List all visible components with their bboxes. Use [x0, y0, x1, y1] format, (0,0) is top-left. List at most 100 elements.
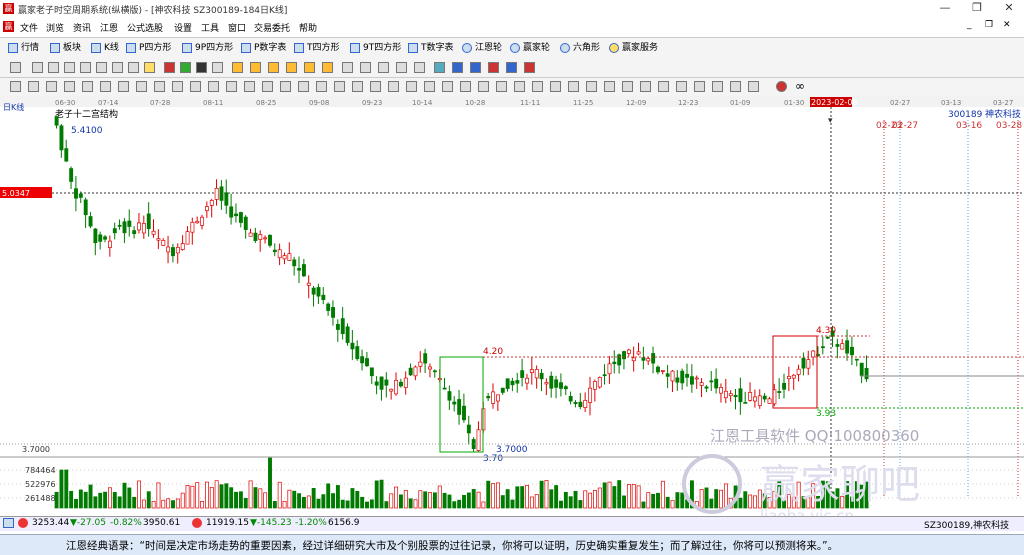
winner-service-button[interactable]: 赢家服务 — [609, 41, 658, 55]
tool-icon[interactable] — [32, 62, 43, 73]
tool-icon[interactable] — [304, 62, 315, 73]
tool-icon[interactable] — [196, 62, 207, 73]
tool-icon[interactable] — [232, 62, 243, 73]
minimize-button[interactable]: — — [930, 0, 960, 18]
tool-icon[interactable] — [676, 81, 687, 92]
tool-icon[interactable] — [712, 81, 723, 92]
tool-icon[interactable] — [640, 81, 651, 92]
mdi-minimize-button[interactable]: _ — [967, 20, 972, 30]
maximize-button[interactable]: ❐ — [962, 0, 992, 18]
tool-icon[interactable] — [442, 81, 453, 92]
menu-settings[interactable]: 设置 — [174, 21, 192, 34]
tool-icon[interactable] — [604, 81, 615, 92]
tool-icon[interactable] — [46, 81, 57, 92]
tool-icon[interactable] — [180, 62, 191, 73]
tool-icon[interactable] — [250, 62, 261, 73]
tool-icon[interactable] — [28, 81, 39, 92]
tool-icon[interactable] — [112, 62, 123, 73]
tool-icon[interactable] — [316, 81, 327, 92]
tool-icon[interactable] — [524, 62, 535, 73]
tool-icon[interactable] — [370, 81, 381, 92]
tool-icon[interactable] — [118, 81, 129, 92]
tool-icon[interactable] — [208, 81, 219, 92]
menu-trade[interactable]: 交易委托 — [254, 21, 290, 34]
close-button[interactable]: ✕ — [994, 0, 1024, 18]
tool-icon[interactable] — [96, 62, 107, 73]
p-square-button[interactable]: P四方形 — [126, 41, 171, 55]
tool-icon[interactable] — [136, 81, 147, 92]
tool-icon[interactable] — [658, 81, 669, 92]
mdi-close-button[interactable]: ✕ — [1003, 20, 1011, 30]
tool-icon[interactable] — [10, 62, 21, 73]
tool-icon[interactable] — [280, 81, 291, 92]
menu-window[interactable]: 窗口 — [228, 21, 246, 34]
tool-icon[interactable] — [470, 62, 481, 73]
tool-icon[interactable] — [322, 62, 333, 73]
menu-formula[interactable]: 公式选股 — [127, 21, 163, 34]
hexagon-button[interactable]: 六角形 — [560, 41, 600, 55]
tool-icon[interactable] — [622, 81, 633, 92]
kline-button[interactable]: K线 — [91, 41, 119, 55]
tool-icon[interactable] — [82, 81, 93, 92]
tool-icon[interactable] — [172, 81, 183, 92]
grid-icon[interactable] — [3, 518, 14, 528]
tool-icon[interactable] — [342, 62, 353, 73]
tool-icon[interactable] — [298, 81, 309, 92]
tool-icon[interactable] — [334, 81, 345, 92]
tool-icon[interactable] — [514, 81, 525, 92]
tool-icon[interactable] — [414, 62, 425, 73]
menu-file[interactable]: 文件 — [20, 21, 38, 34]
tool-icon[interactable] — [10, 81, 21, 92]
sector-button[interactable]: 板块 — [50, 41, 81, 55]
tool-icon[interactable] — [506, 62, 517, 73]
tool-icon[interactable] — [144, 62, 155, 73]
menu-gann[interactable]: 江恩 — [100, 21, 118, 34]
tool-icon[interactable] — [396, 62, 407, 73]
t-table-button[interactable]: T数字表 — [408, 41, 454, 55]
tool-icon[interactable] — [434, 62, 445, 73]
menu-tools[interactable]: 工具 — [201, 21, 219, 34]
tool-icon[interactable] — [360, 62, 371, 73]
menu-info[interactable]: 资讯 — [73, 21, 91, 34]
tool-icon[interactable] — [452, 62, 463, 73]
tool-icon[interactable] — [262, 81, 273, 92]
tool-icon[interactable] — [100, 81, 111, 92]
tool-icon[interactable] — [460, 81, 471, 92]
tool-icon[interactable] — [64, 62, 75, 73]
mdi-restore-button[interactable]: ❐ — [985, 20, 993, 30]
9t-square-button[interactable]: 9T四方形 — [350, 41, 401, 55]
tool-icon[interactable] — [154, 81, 165, 92]
tool-icon[interactable] — [190, 81, 201, 92]
tool-icon[interactable] — [226, 81, 237, 92]
tool-icon[interactable] — [268, 62, 279, 73]
tool-icon[interactable] — [488, 62, 499, 73]
tool-icon[interactable] — [406, 81, 417, 92]
tool-icon[interactable] — [64, 81, 75, 92]
9p-square-button[interactable]: 9P四方形 — [182, 41, 233, 55]
tool-icon[interactable] — [586, 81, 597, 92]
tool-icon[interactable] — [478, 81, 489, 92]
tool-icon[interactable] — [730, 81, 741, 92]
kline-chart[interactable]: 06-30 07-14 07-28 08-11 08-25 09-08 09-23 10-14… — [0, 96, 1024, 525]
tool-icon[interactable] — [496, 81, 507, 92]
quote-button[interactable]: 行情 — [8, 41, 39, 55]
tool-icon[interactable] — [532, 81, 543, 92]
infinity-icon[interactable]: ∞ — [795, 79, 805, 93]
tool-icon[interactable] — [286, 62, 297, 73]
p-table-button[interactable]: P数字表 — [241, 41, 286, 55]
tool-icon[interactable] — [424, 81, 435, 92]
winner-wheel-button[interactable]: 赢家轮 — [510, 41, 550, 55]
tool-icon[interactable] — [164, 62, 175, 73]
tool-icon[interactable] — [694, 81, 705, 92]
tool-icon[interactable] — [378, 62, 389, 73]
t-square-button[interactable]: T四方形 — [294, 41, 340, 55]
menu-help[interactable]: 帮助 — [299, 21, 317, 34]
tool-icon[interactable] — [212, 62, 223, 73]
tool-icon[interactable] — [352, 81, 363, 92]
tool-icon[interactable] — [748, 81, 759, 92]
tool-icon[interactable] — [388, 81, 399, 92]
tool-icon[interactable] — [568, 81, 579, 92]
tool-icon[interactable] — [48, 62, 59, 73]
tool-icon[interactable] — [776, 81, 787, 92]
tool-icon[interactable] — [80, 62, 91, 73]
